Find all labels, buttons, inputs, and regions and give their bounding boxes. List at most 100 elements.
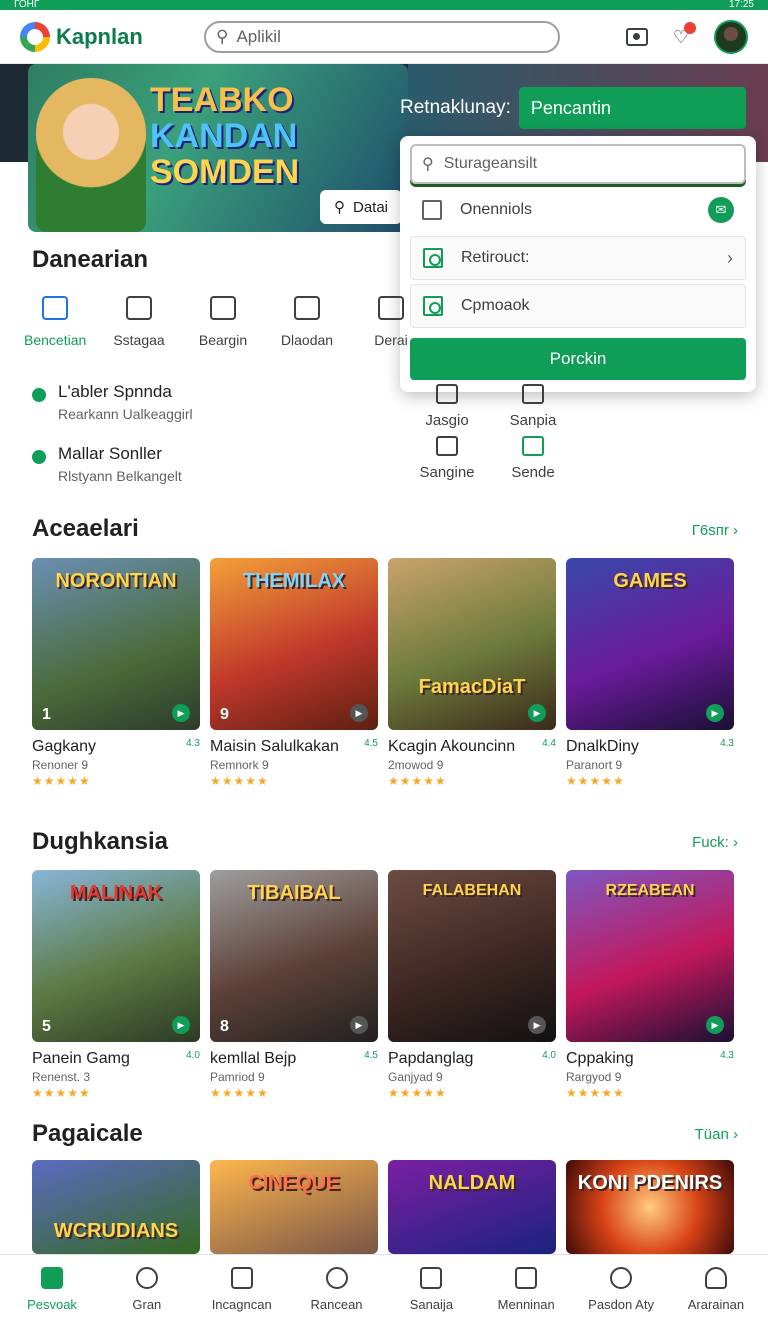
nav-item-search[interactable]: Gran [105, 1267, 189, 1344]
popup-search-input[interactable]: ⚲ Sturageansilt [410, 144, 746, 184]
game-card[interactable]: RZEABEAN ▶ Cppaking 4.3 Rargyod 9 ★★★★★ [566, 870, 734, 1100]
notification-badge [684, 21, 696, 34]
shortcut-item[interactable]: Jasgio [414, 384, 480, 429]
filter-popup: ⚲ Sturageansilt Onenniols ✉ Retirouct: ›… [400, 136, 756, 392]
location-icon [522, 436, 544, 456]
nav-label: Gran [132, 1297, 162, 1312]
section-title: Danearian [32, 246, 149, 273]
search-icon: ⚲ [216, 26, 229, 46]
thumbnail-title: FALABEHAN [422, 882, 522, 899]
nav-item-games[interactable]: Rancean [295, 1267, 379, 1344]
category-item[interactable]: Sstagaa [108, 296, 170, 348]
popup-search-placeholder: Sturageansilt [443, 155, 538, 172]
game-card-row: NORONTIAN 1 ▶ Gagkany 4.3 Renoner 9 ★★★★★ T… [32, 558, 734, 788]
camera-icon[interactable] [626, 27, 648, 46]
game-card[interactable]: NALDAM [388, 1160, 556, 1254]
see-all-link[interactable]: Tüan › [695, 1126, 738, 1143]
game-card[interactable]: WCRUDIANS [32, 1160, 200, 1254]
hero-title-line: SOMDEN [150, 153, 300, 191]
gamepad-icon [325, 1267, 348, 1289]
game-card[interactable]: FamacDiaT ▶ Kcagin Akouncinn 4.4 2mowod 9 … [388, 558, 556, 788]
game-card-row: MALINAK 5 ▶ Panein Gamg 4.0 Renenst. 3 ★★★★… [32, 870, 734, 1100]
search-input[interactable]: ⚲ Aplikil [204, 20, 560, 53]
list-item[interactable]: Mallar Sonller Rlstyann Belkangelt [32, 444, 182, 484]
game-card[interactable]: FALABEHAN ▶ Papdanglag 4.0 Ganjyad 9 ★★★★★ [388, 870, 556, 1100]
see-all-link[interactable]: Fuck: › [692, 834, 738, 851]
play-icon[interactable]: ▶ [350, 1016, 368, 1034]
chat-icon[interactable]: ✉ [708, 197, 734, 223]
shortcut-item[interactable]: Sende [500, 436, 566, 481]
play-icon[interactable]: ▶ [706, 1016, 724, 1034]
nav-item-profile[interactable]: Ararainan [674, 1267, 758, 1344]
thumbnail-title: CINEQUE [248, 1172, 340, 1194]
game-card[interactable]: CINEQUE [210, 1160, 378, 1254]
game-subtitle: 2mowod 9 [388, 758, 444, 772]
nav-item-mail[interactable]: Incagncan [200, 1267, 284, 1344]
cloud-icon [378, 296, 404, 320]
promo-button[interactable]: Pencantin [518, 87, 746, 129]
game-rating: 4.4 [542, 738, 556, 749]
nav-item-explore[interactable]: Pasdon Aty [579, 1267, 663, 1344]
see-all-label: Г6sпr [691, 522, 729, 539]
checkbox-checked-icon[interactable] [423, 296, 443, 316]
checkbox-checked-icon[interactable] [423, 248, 443, 268]
rank-badge: 8 [220, 1018, 229, 1035]
play-icon[interactable]: ▶ [172, 1016, 190, 1034]
popup-option[interactable]: Cpmoaok [410, 284, 746, 328]
hero-search-button[interactable]: ⚲ Datai [320, 190, 403, 224]
rating-stars-icon: ★★★★★ [388, 1086, 447, 1100]
game-rating: 4.3 [186, 738, 200, 749]
checkbox-icon[interactable] [422, 200, 442, 220]
nav-item-home[interactable]: Pesvoak [10, 1267, 94, 1344]
promo-label: Retnaklunay: [400, 97, 511, 118]
game-card[interactable]: NORONTIAN 1 ▶ Gagkany 4.3 Renoner 9 ★★★★★ [32, 558, 200, 788]
play-icon[interactable]: ▶ [528, 704, 546, 722]
game-card[interactable]: TIBAIBAL 8 ▶ kemllal Bejp 4.5 Pamriod 9 ★★★… [210, 870, 378, 1100]
popup-confirm-button[interactable]: Porckin [410, 338, 746, 380]
thumbnail-title: TIBAIBAL [247, 882, 341, 904]
popup-option[interactable]: Retirouct: › [410, 236, 746, 280]
game-thumbnail: THEMILAX 9 ▶ [210, 558, 378, 730]
thumbnail-title: THEMILAX [242, 570, 346, 592]
game-rating: 4.5 [364, 1050, 378, 1061]
game-card[interactable]: KONI PDENIRS [566, 1160, 734, 1254]
chevron-right-icon: › [733, 522, 738, 539]
popup-option[interactable]: Onenniols ✉ [410, 188, 746, 232]
rank-badge: 5 [42, 1018, 51, 1035]
category-item[interactable]: Beargin [192, 296, 254, 348]
play-icon[interactable]: ▶ [350, 704, 368, 722]
game-thumbnail: FamacDiaT ▶ [388, 558, 556, 730]
game-subtitle: Ganjyad 9 [388, 1070, 443, 1084]
thumbnail-title: KONI PDENIRS [577, 1172, 723, 1194]
list-item[interactable]: L'abler Spnnda Rearkann Ualkeaggirl [32, 382, 193, 422]
category-item[interactable]: Bencetian [24, 296, 86, 348]
see-all-link[interactable]: Г6sпr › [692, 522, 738, 539]
category-item[interactable]: Dlaodan [276, 296, 338, 348]
app-logo[interactable]: Kapnlan [20, 21, 200, 52]
notification-icon[interactable]: ♡ [670, 21, 696, 48]
shortcut-item[interactable]: Sangine [414, 436, 480, 481]
play-icon[interactable]: ▶ [706, 704, 724, 722]
game-card[interactable]: THEMILAX 9 ▶ Maisin Salulkakan 4.5 Remnork … [210, 558, 378, 788]
nav-item-apps[interactable]: Sanaija [389, 1267, 473, 1344]
game-card[interactable]: MALINAK 5 ▶ Panein Gamg 4.0 Renenst. 3 ★★★★… [32, 870, 200, 1100]
game-card[interactable]: GAMES ▶ DnalkDiny 4.3 Paranort 9 ★★★★★ [566, 558, 734, 788]
nav-item-inbox[interactable]: Menninan [484, 1267, 568, 1344]
game-thumbnail: NORONTIAN 1 ▶ [32, 558, 200, 730]
shortcut-item[interactable]: Sanpia [500, 384, 566, 429]
logo-icon [20, 21, 50, 52]
home-icon [41, 1267, 63, 1289]
category-label: Beargin [198, 332, 248, 348]
play-icon[interactable]: ▶ [528, 1016, 546, 1034]
hero-banner[interactable]: TEABKO KANDAN SOMDEN ⚲ Datai [28, 64, 408, 232]
game-subtitle: Remnork 9 [210, 758, 269, 772]
game-thumbnail: RZEABEAN ▶ [566, 870, 734, 1042]
category-item[interactable]: Derai [360, 296, 422, 348]
list-item-subtitle: Rlstyann Belkangelt [58, 468, 182, 484]
rating-stars-icon: ★★★★★ [388, 774, 447, 788]
avatar[interactable] [714, 19, 748, 54]
person-icon [704, 1267, 727, 1289]
play-icon[interactable]: ▶ [172, 704, 190, 722]
nav-label: Incagncan [211, 1297, 272, 1312]
game-title: DnalkDiny [566, 738, 639, 755]
